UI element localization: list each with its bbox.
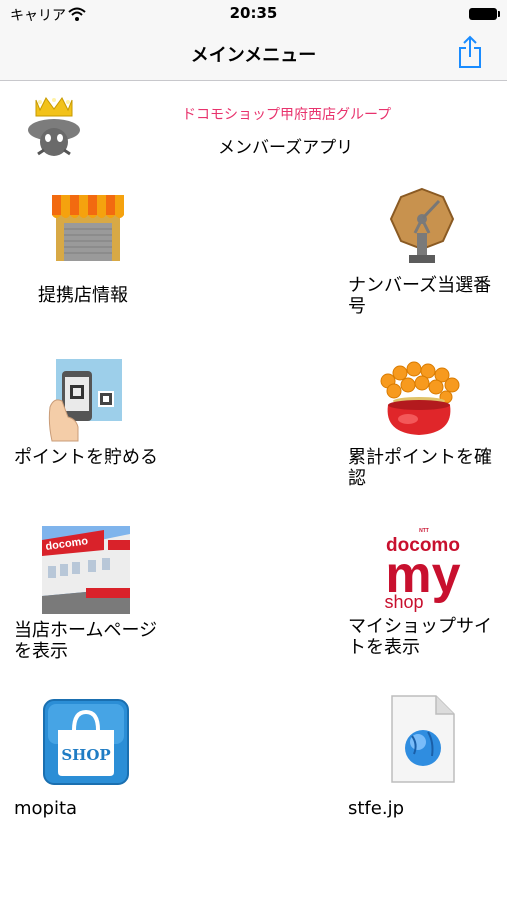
menu-item-label: 当店ホームページを表示 [14, 620, 158, 662]
app-name: メンバーズアプリ [218, 138, 354, 158]
shop-name: ドコモショップ甲府西店グループ [182, 107, 392, 123]
menu-item-label: ナンバーズ当選番号 [348, 275, 492, 317]
storefront-icon [52, 195, 124, 261]
battery-icon [469, 8, 500, 20]
menu-item-store-homepage[interactable]: docomo 当店ホームページを表示 [0, 522, 220, 662]
coin-purse-icon [380, 361, 460, 435]
docomo-store-photo-icon: docomo [42, 526, 130, 614]
menu-item-partner-stores[interactable]: 提携店情報 [0, 185, 220, 325]
docomo-myshop-logo-icon: NTT docomo my shop [384, 528, 460, 612]
page-title: メインメニュー [190, 45, 317, 66]
share-icon[interactable] [457, 35, 483, 69]
mascot-crown-icon [28, 97, 80, 156]
menu-item-myshop-site[interactable]: NTT docomo my shop マイショップサイトを表示 [340, 522, 507, 662]
shop-bag-icon: SHOP [43, 699, 129, 785]
menu-item-total-points[interactable]: 累計ポイントを確認 [340, 355, 507, 495]
menu-item-label: stfe.jp [348, 798, 404, 819]
navigation-bar: メインメニュー [0, 28, 507, 81]
status-bar: キャリア 20:35 [0, 0, 507, 28]
menu-item-label: ポイントを貯める [14, 447, 158, 468]
menu-item-label: 累計ポイントを確認 [348, 447, 492, 489]
web-document-icon [391, 695, 455, 783]
svg-text:NTT: NTT [419, 528, 429, 534]
menu-item-stfe-jp[interactable]: stfe.jp [340, 692, 507, 832]
lottery-wheel-icon [389, 187, 455, 263]
menu-item-label: 提携店情報 [38, 285, 128, 306]
status-time: 20:35 [229, 4, 278, 22]
menu-item-numbers-results[interactable]: ナンバーズ当選番号 [340, 185, 507, 325]
logo-shop-text: shop [384, 592, 423, 612]
menu-item-mopita[interactable]: SHOP mopita [0, 692, 220, 832]
menu-item-earn-points[interactable]: ポイントを貯める [0, 355, 220, 495]
phone-qr-scan-icon [48, 359, 122, 442]
logo-shop-text: SHOP [61, 746, 110, 764]
menu-item-label: マイショップサイトを表示 [348, 616, 492, 658]
menu-item-label: mopita [14, 798, 78, 819]
